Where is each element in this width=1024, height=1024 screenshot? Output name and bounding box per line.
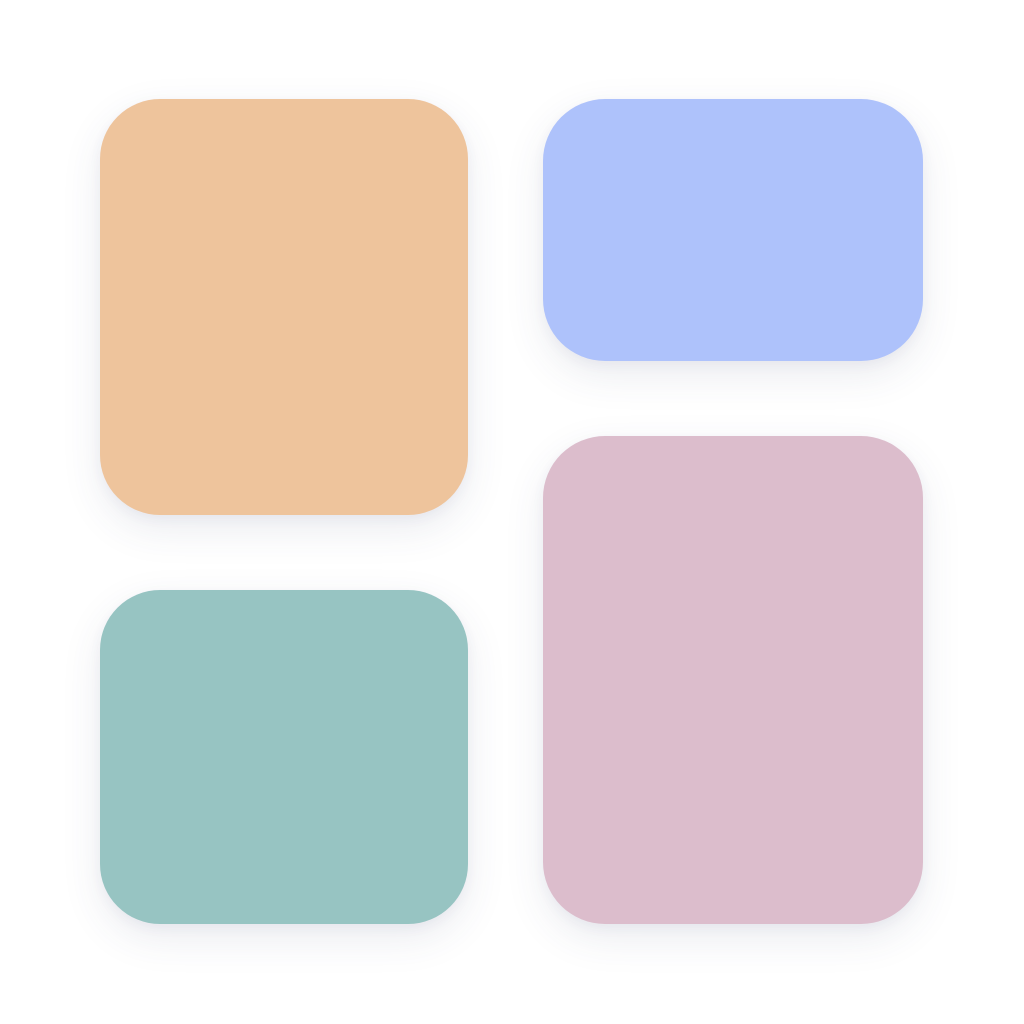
tile-top-left [100,99,468,515]
tile-top-right [543,99,923,361]
tile-layout-canvas [0,0,1024,1024]
tile-bottom-right [543,436,923,924]
tile-bottom-left [100,590,468,924]
